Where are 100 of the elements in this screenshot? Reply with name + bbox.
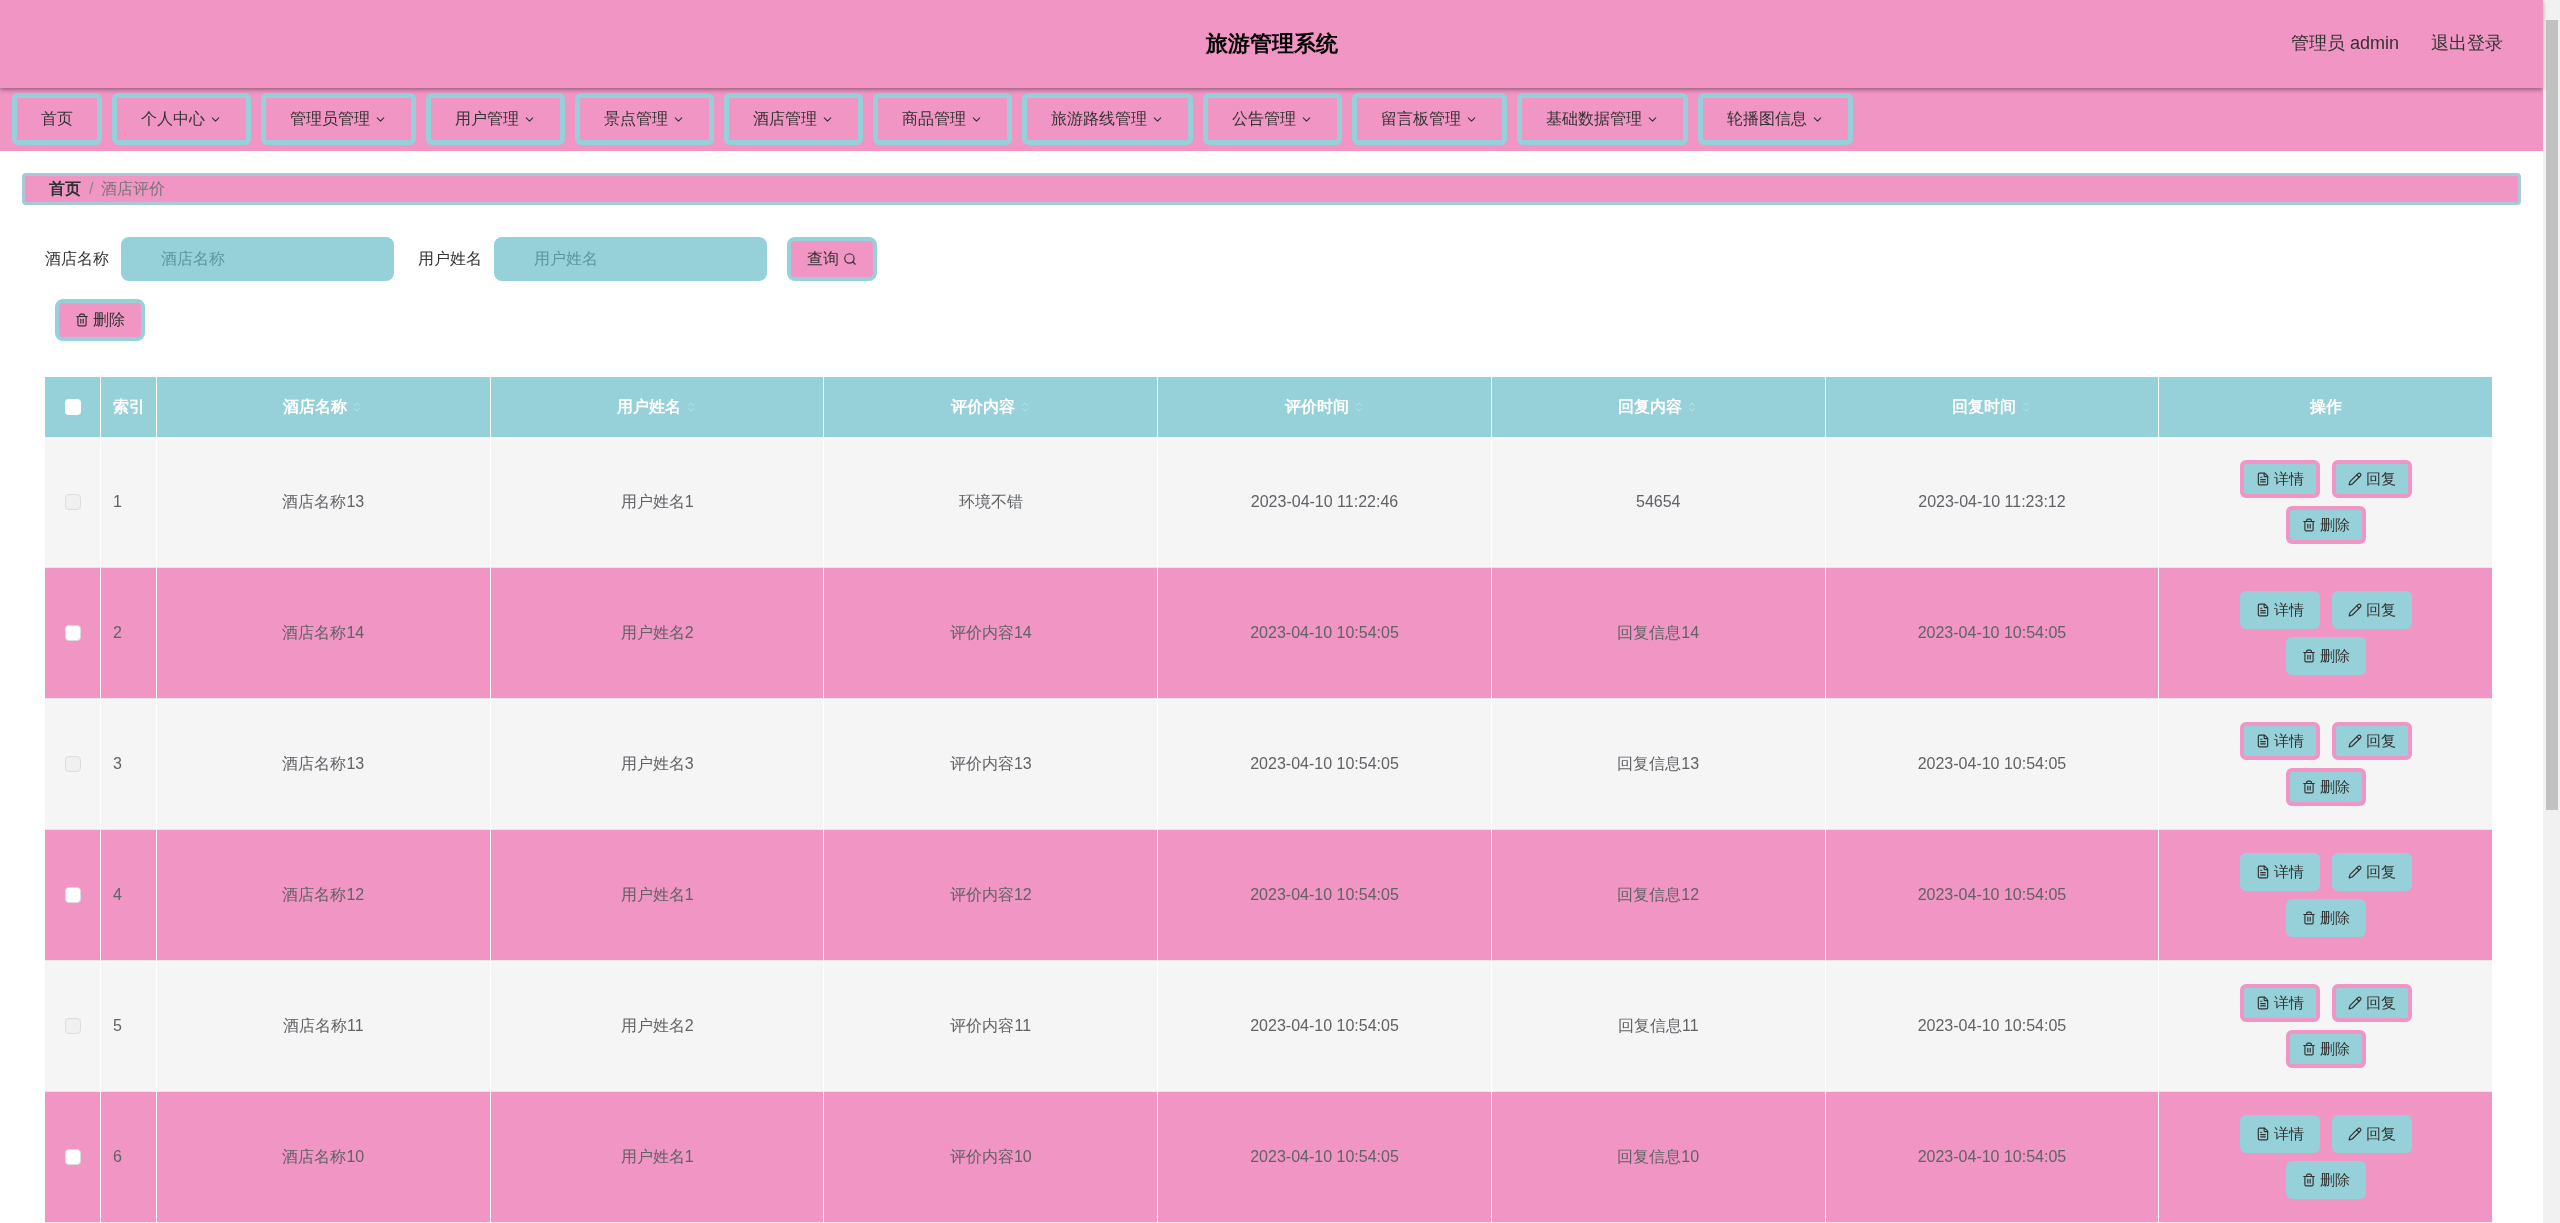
delete-button[interactable]: 删除 — [2285, 637, 2366, 675]
trash-icon — [2301, 1042, 2316, 1056]
table-cell-text: 2023-04-10 10:54:05 — [1250, 1016, 1399, 1036]
search-icon — [843, 252, 857, 266]
breadcrumb-item: 酒店评价 — [101, 179, 166, 199]
row-checkbox[interactable] — [64, 625, 81, 641]
details-button[interactable]: 详情 — [2239, 1115, 2320, 1153]
table-cell-text: 环境不错 — [958, 492, 1023, 512]
details-button[interactable]: 详情 — [2239, 591, 2320, 629]
document-icon — [2255, 865, 2270, 879]
table-cell-text: 酒店名称11 — [283, 1016, 364, 1036]
table-cell-text: 2023-04-10 10:54:05 — [1917, 623, 2067, 643]
scrollbar[interactable] — [2543, 0, 2560, 1223]
pencil-icon — [2347, 603, 2362, 617]
nav-menu-item[interactable]: 留言板管理 — [1352, 93, 1507, 146]
delete-button[interactable]: 删除 — [2285, 1030, 2366, 1068]
details-button[interactable]: 详情 — [2239, 984, 2320, 1022]
table-cell-text: 1 — [113, 492, 122, 512]
table-cell-text: 评价内容12 — [949, 885, 1032, 905]
user-label: 管理员 admin — [2290, 32, 2399, 56]
table-cell-text: 用户姓名3 — [620, 754, 694, 774]
column-header: 索引 — [112, 397, 145, 417]
delete-button[interactable]: 删除 — [2285, 768, 2366, 806]
nav-menu-item[interactable]: 轮播图信息 — [1698, 93, 1853, 146]
table-cell-text: 回复信息12 — [1617, 885, 1700, 905]
table-cell-text: 2023-04-10 10:54:05 — [1917, 885, 2067, 905]
batch-delete-button[interactable]: 删除 — [55, 299, 145, 341]
nav-menu-item[interactable]: 个人中心 — [112, 93, 251, 146]
breadcrumb-item[interactable]: 首页 — [49, 177, 81, 201]
nav-menu-item[interactable]: 景点管理 — [575, 93, 714, 146]
pencil-icon — [2347, 472, 2362, 486]
table-cell-text: 评价内容10 — [949, 1147, 1032, 1167]
nav-menu-item[interactable]: 公告管理 — [1203, 93, 1342, 146]
table-cell-text: 2023-04-10 10:54:05 — [1250, 754, 1399, 774]
search-field[interactable]: 酒店名称 — [121, 237, 394, 281]
table-cell-text: 2023-04-10 11:23:12 — [1918, 492, 2066, 512]
delete-button[interactable]: 删除 — [2285, 1161, 2366, 1199]
table-cell-text: 3 — [113, 754, 122, 774]
table-cell-text: 54654 — [1636, 492, 1681, 512]
table-cell-text: 酒店名称13 — [282, 492, 365, 512]
table-cell-text: 评价内容14 — [949, 623, 1032, 643]
nav-menu-item[interactable]: 首页 — [12, 93, 102, 146]
reply-button[interactable]: 回复 — [2331, 460, 2412, 498]
table-cell-text: 酒店名称10 — [282, 1147, 365, 1167]
table-cell-text: 2023-04-10 10:54:05 — [1250, 1147, 1399, 1167]
table-cell-text: 4 — [113, 885, 122, 905]
table-cell-text: 酒店名称12 — [282, 885, 365, 905]
column-header: 操作 — [2309, 397, 2342, 417]
breadcrumb-separator: / — [89, 179, 94, 199]
table-cell-text: 酒店名称13 — [282, 754, 365, 774]
nav-menu-item[interactable]: 用户管理 — [426, 93, 565, 146]
app-title: 旅游管理系统 — [1205, 30, 1338, 59]
table-cell-text: 用户姓名1 — [620, 885, 694, 905]
table-cell-text: 评价内容11 — [950, 1016, 1032, 1036]
pencil-icon — [2347, 865, 2362, 879]
delete-button[interactable]: 删除 — [2285, 899, 2366, 937]
row-checkbox[interactable] — [64, 494, 81, 510]
table-cell-text: 回复信息14 — [1617, 623, 1700, 643]
document-icon — [2255, 1127, 2270, 1141]
table-cell-text: 用户姓名2 — [620, 1016, 694, 1036]
field-label: 酒店名称 — [45, 249, 109, 269]
reply-button[interactable]: 回复 — [2331, 591, 2412, 629]
nav-menu-item[interactable]: 商品管理 — [873, 93, 1012, 146]
table-cell-text: 回复信息11 — [1617, 1016, 1699, 1036]
details-button[interactable]: 详情 — [2239, 853, 2320, 891]
table-cell-text: 2023-04-10 10:54:05 — [1250, 623, 1399, 643]
table-cell-text: 2023-04-10 10:54:05 — [1917, 1147, 2067, 1167]
table-cell-text: 回复信息10 — [1617, 1147, 1700, 1167]
reply-button[interactable]: 回复 — [2331, 984, 2412, 1022]
row-checkbox[interactable] — [64, 887, 81, 903]
pencil-icon — [2347, 1127, 2362, 1141]
field-label: 用户姓名 — [418, 249, 482, 269]
trash-icon — [2301, 911, 2316, 925]
details-button[interactable]: 详情 — [2239, 722, 2320, 760]
details-button[interactable]: 详情 — [2239, 460, 2320, 498]
reply-button[interactable]: 回复 — [2331, 853, 2412, 891]
table-cell-text: 2 — [113, 623, 122, 643]
table-cell-text: 评价内容13 — [949, 754, 1032, 774]
table-cell-text: 用户姓名1 — [620, 492, 694, 512]
table-cell-text: 2023-04-10 11:22:46 — [1250, 492, 1399, 512]
trash-icon — [2301, 1173, 2316, 1187]
nav-menu-item[interactable]: 酒店管理 — [724, 93, 863, 146]
trash-icon — [2301, 780, 2316, 794]
nav-menu-item[interactable]: 基础数据管理 — [1517, 93, 1688, 146]
search-field[interactable]: 用户姓名 — [494, 237, 767, 281]
row-checkbox[interactable] — [64, 756, 81, 772]
table-cell-text: 2023-04-10 10:54:05 — [1917, 754, 2067, 774]
delete-button[interactable]: 删除 — [2285, 506, 2366, 544]
reply-button[interactable]: 回复 — [2331, 722, 2412, 760]
row-checkbox[interactable] — [64, 1149, 81, 1165]
select-all-checkbox[interactable] — [64, 399, 81, 415]
search-button[interactable]: 查询 — [787, 237, 877, 281]
row-checkbox[interactable] — [64, 1018, 81, 1034]
nav-menu-item[interactable]: 旅游路线管理 — [1022, 93, 1193, 146]
logout-link[interactable]: 退出登录 — [2431, 30, 2503, 58]
nav-menu-item[interactable]: 管理员管理 — [261, 93, 416, 146]
table-cell-text: 酒店名称14 — [282, 623, 365, 643]
trash-icon — [2301, 649, 2316, 663]
table-cell-text: 用户姓名1 — [620, 1147, 694, 1167]
reply-button[interactable]: 回复 — [2331, 1115, 2412, 1153]
